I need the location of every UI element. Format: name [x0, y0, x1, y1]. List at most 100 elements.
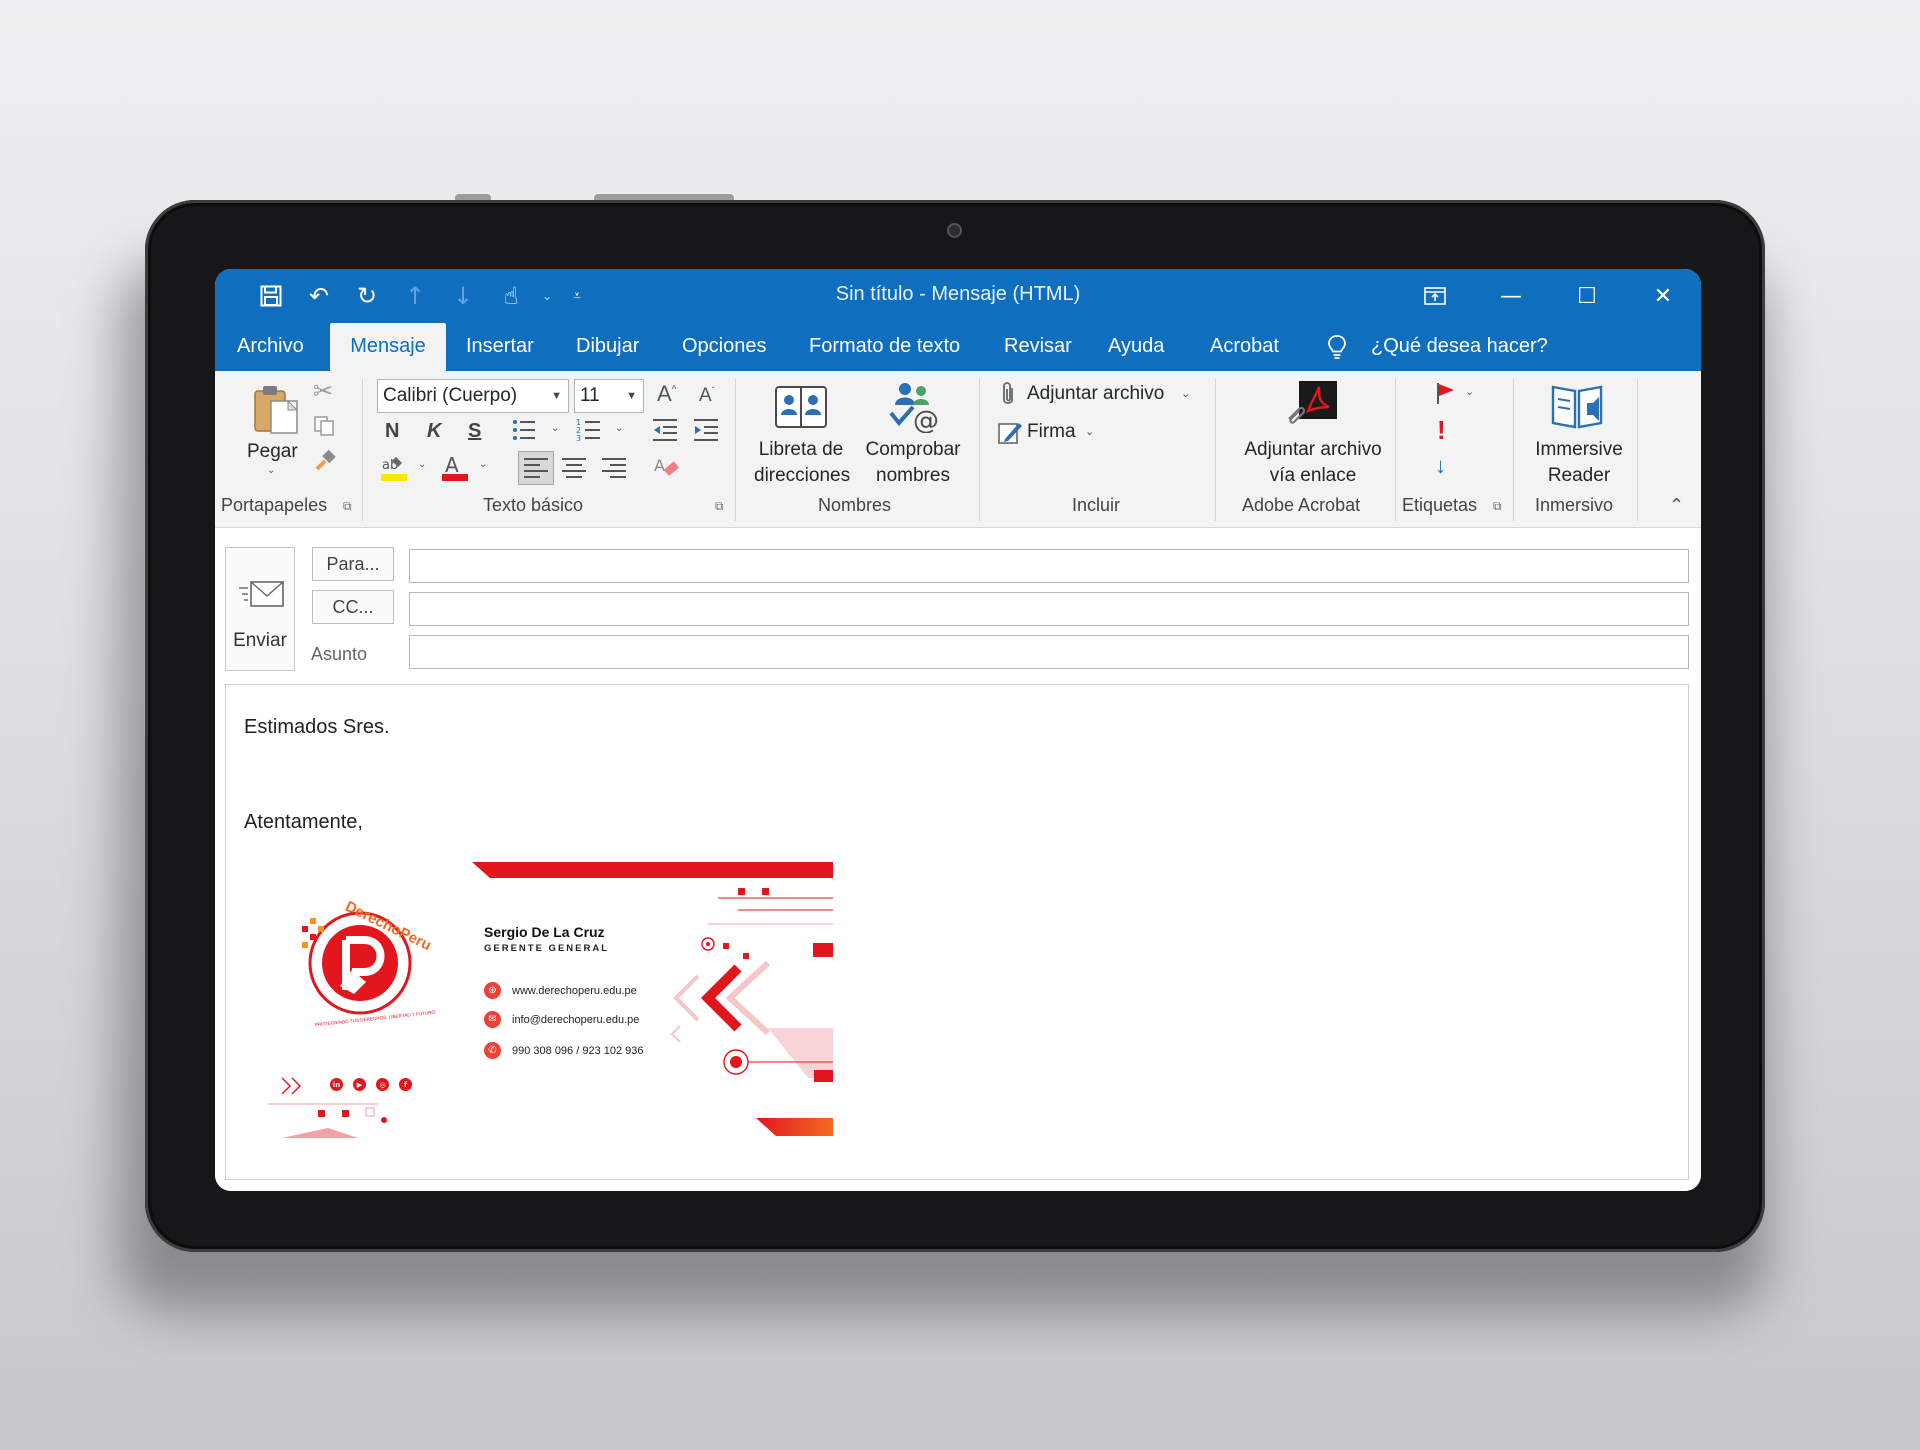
- instagram-icon[interactable]: ◎: [376, 1078, 389, 1091]
- chevron-down-icon[interactable]: ⌄: [1181, 387, 1190, 400]
- send-icon: [239, 578, 285, 616]
- chevron-down-icon: ▼: [626, 390, 637, 402]
- tab-formato-de-texto[interactable]: Formato de texto: [809, 323, 960, 371]
- dialog-launcher-icon[interactable]: ⧉: [715, 499, 724, 514]
- title-bar: ↶ ↻ ↑ ↓ ☝ ⌄ ⩡ Sin título - Mensaje (HTML…: [215, 269, 1701, 323]
- send-button[interactable]: Enviar: [225, 547, 295, 671]
- align-left-button[interactable]: [518, 451, 554, 485]
- chevron-down-icon[interactable]: ⌄: [479, 459, 487, 470]
- decrease-indent-icon[interactable]: [651, 417, 679, 449]
- chevron-down-icon[interactable]: ⌄: [1085, 425, 1094, 438]
- group-etiquetas: Etiquetas: [1402, 495, 1478, 515]
- group-separator: [735, 379, 736, 521]
- cc-button[interactable]: CC...: [312, 590, 394, 624]
- signature-email[interactable]: info@derechoperu.edu.pe: [512, 1014, 639, 1026]
- address-book-icon[interactable]: [773, 383, 829, 435]
- immersive-reader-label-line2[interactable]: Reader: [1527, 465, 1631, 487]
- ribbon-tabs: Archivo Mensaje Insertar Dibujar Opcione…: [215, 323, 1701, 371]
- message-body[interactable]: Estimados Sres. Atentamente, DerechoPeru…: [225, 684, 1689, 1180]
- attach-link-label-line1[interactable]: Adjuntar archivo: [1231, 439, 1395, 461]
- facebook-icon[interactable]: f: [399, 1078, 412, 1091]
- follow-up-flag-icon[interactable]: [1435, 381, 1457, 411]
- attach-file-button[interactable]: Adjuntar archivo: [1027, 383, 1164, 405]
- check-names-icon[interactable]: @: [885, 379, 941, 437]
- check-names-label-line2[interactable]: nombres: [861, 465, 965, 487]
- collapse-ribbon-icon[interactable]: ⌃: [1669, 495, 1684, 516]
- cut-icon[interactable]: ✂: [313, 377, 333, 406]
- dialog-launcher-icon[interactable]: ⧉: [343, 499, 352, 514]
- close-icon[interactable]: ✕: [1625, 269, 1701, 323]
- address-book-label-line1[interactable]: Libreta de: [758, 439, 844, 461]
- cc-field[interactable]: [409, 592, 1689, 626]
- signature-website[interactable]: www.derechoperu.edu.pe: [512, 985, 637, 997]
- chevron-down-icon[interactable]: ⌄: [418, 459, 426, 470]
- format-painter-icon[interactable]: [313, 449, 337, 479]
- dialog-launcher-icon[interactable]: ⧉: [1493, 499, 1502, 514]
- window-controls: — ☐ ✕: [1397, 269, 1701, 323]
- subject-field[interactable]: [409, 635, 1689, 669]
- tell-me-search[interactable]: ¿Qué desea hacer?: [1371, 323, 1548, 371]
- linkedin-icon[interactable]: in: [330, 1078, 343, 1091]
- social-icons: in ▶ ◎ f: [330, 1078, 412, 1091]
- adobe-attach-link-icon[interactable]: [1285, 379, 1339, 439]
- immersive-reader-icon[interactable]: [1549, 381, 1607, 437]
- minimize-icon[interactable]: —: [1473, 269, 1549, 323]
- grow-font-icon[interactable]: A^: [657, 381, 676, 407]
- immersive-reader-label-line1[interactable]: Immersive: [1527, 439, 1631, 461]
- ribbon-display-options-icon[interactable]: [1397, 269, 1473, 323]
- signature-role: GERENTE GENERAL: [484, 943, 610, 954]
- copy-icon[interactable]: [313, 415, 337, 443]
- tab-revisar[interactable]: Revisar: [1004, 323, 1072, 371]
- align-center-icon[interactable]: [561, 457, 587, 485]
- compose-area: Enviar Para... CC... Asunto Estimados Sr…: [215, 528, 1701, 1191]
- bold-button[interactable]: N: [385, 420, 399, 443]
- chevron-down-icon: ▼: [551, 390, 562, 402]
- to-button[interactable]: Para...: [312, 547, 394, 581]
- highlight-color-icon[interactable]: ab: [379, 453, 409, 489]
- chevron-down-icon[interactable]: ⌄: [551, 423, 559, 434]
- font-color-icon[interactable]: A: [440, 453, 470, 489]
- signature-email-row: ✉ info@derechoperu.edu.pe: [484, 1011, 639, 1028]
- chevron-down-icon[interactable]: ⌄: [1465, 385, 1474, 398]
- align-right-icon[interactable]: [601, 457, 627, 485]
- youtube-icon[interactable]: ▶: [353, 1078, 366, 1091]
- paste-icon[interactable]: [251, 383, 301, 441]
- clear-formatting-icon[interactable]: A: [653, 453, 681, 487]
- tab-dibujar[interactable]: Dibujar: [576, 323, 639, 371]
- font-name-combo[interactable]: Calibri (Cuerpo) ▼: [377, 379, 569, 413]
- group-separator: [362, 379, 363, 521]
- numbering-icon[interactable]: 123: [576, 417, 602, 449]
- paperclip-icon[interactable]: [999, 381, 1017, 413]
- italic-button[interactable]: K: [427, 420, 441, 443]
- font-name-value: Calibri (Cuerpo): [383, 385, 518, 406]
- shrink-font-icon[interactable]: Aˇ: [699, 385, 715, 407]
- tab-insertar[interactable]: Insertar: [466, 323, 534, 371]
- signature-button[interactable]: Firma: [1027, 421, 1076, 443]
- chevron-down-icon[interactable]: ⌄: [267, 465, 275, 476]
- attach-link-label-line2[interactable]: vía enlace: [1231, 465, 1395, 487]
- font-size-combo[interactable]: 11 ▼: [574, 379, 644, 413]
- to-field[interactable]: [409, 549, 1689, 583]
- tab-opciones[interactable]: Opciones: [682, 323, 767, 371]
- chevron-down-icon[interactable]: ⌄: [615, 423, 623, 434]
- high-importance-icon[interactable]: !: [1437, 415, 1446, 446]
- underline-button[interactable]: S: [468, 420, 481, 443]
- check-names-label-line1[interactable]: Comprobar: [861, 439, 965, 461]
- signature-icon[interactable]: [997, 419, 1023, 451]
- low-importance-icon[interactable]: ↓: [1435, 453, 1446, 479]
- group-separator: [1637, 379, 1638, 521]
- increase-indent-icon[interactable]: [692, 417, 720, 449]
- tab-archivo[interactable]: Archivo: [237, 323, 304, 371]
- group-nombres: Nombres: [818, 495, 892, 515]
- tab-acrobat[interactable]: Acrobat: [1210, 323, 1279, 371]
- tab-ayuda[interactable]: Ayuda: [1108, 323, 1164, 371]
- address-book-label-line2[interactable]: direcciones: [754, 465, 850, 487]
- send-label: Enviar: [233, 630, 287, 651]
- tab-mensaje[interactable]: Mensaje: [330, 323, 446, 371]
- signature-name: Sergio De La Cruz: [484, 924, 605, 940]
- paste-label[interactable]: Pegar: [247, 441, 298, 463]
- lightbulb-icon: [1327, 323, 1347, 371]
- maximize-icon[interactable]: ☐: [1549, 269, 1625, 323]
- group-portapapeles: Portapapeles: [221, 495, 328, 515]
- bullets-icon[interactable]: [511, 417, 537, 449]
